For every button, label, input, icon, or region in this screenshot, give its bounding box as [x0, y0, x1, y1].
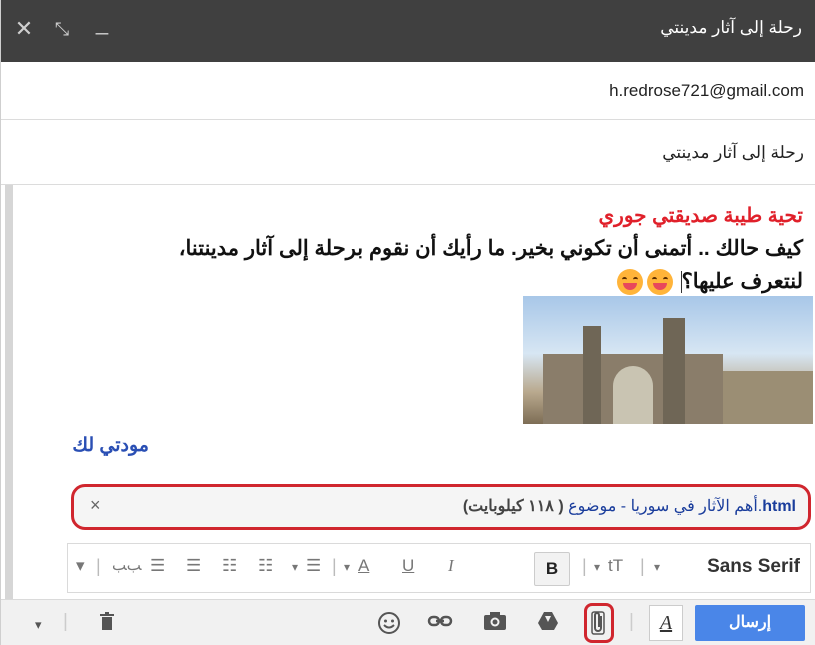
toolbar-divider: |: [332, 556, 337, 576]
close-icon[interactable]: ✕: [9, 14, 39, 44]
toolbar-divider: |: [63, 611, 68, 632]
more-formatting-icon[interactable]: ▾: [76, 556, 85, 576]
smile-emoji-icon: [616, 269, 643, 296]
rtl-direction-icon[interactable]: ﺐﺐ: [112, 556, 141, 574]
trash-icon[interactable]: [99, 611, 115, 637]
compose-bottom-bar: [1, 599, 815, 645]
insert-photo-icon[interactable]: [483, 611, 507, 637]
send-button[interactable]: إرسال: [695, 605, 805, 641]
to-field[interactable]: h.redrose721@gmail.com: [1, 62, 815, 120]
quote-bar: [5, 185, 13, 605]
formatting-toggle-button[interactable]: A: [649, 605, 683, 641]
bold-button[interactable]: B: [534, 552, 570, 586]
bulleted-list-icon[interactable]: ☷: [222, 556, 237, 576]
text-color-dropdown-icon[interactable]: ▾: [344, 560, 350, 574]
size-dropdown-icon[interactable]: ▾: [594, 560, 600, 574]
subject-field[interactable]: رحلة إلى آثار مدينتي: [1, 120, 815, 185]
underline-button[interactable]: U: [402, 556, 414, 576]
font-dropdown-icon[interactable]: ▾: [654, 560, 660, 574]
attachment-label[interactable]: html.أهم الآثار في سوريا - موضوع ( ١١٨ ك…: [463, 496, 796, 516]
message-line-2: لنتعرف عليها؟: [681, 270, 803, 293]
minimize-icon[interactable]: _: [87, 8, 117, 38]
text-color-button[interactable]: A: [358, 556, 369, 576]
message-line-1: كيف حالك .. أتمنى أن تكوني بخير. ما رأيك…: [178, 237, 803, 260]
toolbar-divider: |: [582, 556, 587, 576]
more-options-icon[interactable]: ▾: [35, 617, 42, 633]
signature-text: مودتي لك: [72, 435, 149, 456]
toolbar-divider: |: [96, 556, 101, 576]
text-size-icon[interactable]: tT: [608, 556, 623, 576]
ruin-pillar: [663, 318, 685, 424]
ruin-pillar: [583, 326, 601, 424]
attachment-chip[interactable]: × html.أهم الآثار في سوريا - موضوع ( ١١٨…: [71, 484, 811, 530]
smile-emoji-icon: [646, 269, 673, 296]
formatting-toolbar: ▾ | ﺐﺐ ☰ ☰ ☷ ☷ ▾ ☰ | ▾ A U I B | ▾ tT | …: [67, 543, 811, 593]
window-title: رحلة إلى آثار مدينتي: [660, 18, 802, 37]
message-line-2-wrap: لنتعرف عليها؟: [33, 265, 803, 298]
ruin-rubble: [723, 371, 813, 424]
align-dropdown-icon[interactable]: ▾: [292, 560, 298, 574]
link-icon[interactable]: [427, 611, 453, 637]
attachment-size: ( ١١٨ كيلوبايت): [462, 498, 564, 515]
font-family-select[interactable]: Sans Serif: [707, 556, 800, 578]
toolbar-divider: |: [629, 611, 634, 632]
indent-less-icon[interactable]: ☰: [186, 556, 201, 576]
subject-text[interactable]: رحلة إلى آثار مدينتي: [662, 143, 804, 163]
align-icon[interactable]: ☰: [306, 556, 321, 576]
expand-icon[interactable]: ⤡: [47, 14, 77, 44]
attachment-name: أهم الآثار في سوريا - موضوع: [568, 498, 758, 515]
compose-window: ✕ ⤡ _ رحلة إلى آثار مدينتي h.redrose721@…: [0, 0, 815, 645]
italic-button[interactable]: I: [448, 556, 454, 576]
message-body[interactable]: كيف حالك .. أتمنى أن تكوني بخير. ما رأيك…: [33, 232, 803, 298]
compose-titlebar: ✕ ⤡ _ رحلة إلى آثار مدينتي: [1, 0, 815, 62]
remove-attachment-icon[interactable]: ×: [90, 495, 101, 516]
attachment-extension: html: [762, 498, 796, 515]
indent-more-icon[interactable]: ☰: [150, 556, 165, 576]
drive-icon[interactable]: [537, 611, 559, 637]
emoji-icon[interactable]: [377, 611, 401, 641]
numbered-list-icon[interactable]: ☷: [258, 556, 273, 576]
greeting-text: تحية طيبة صديقتي جوري: [598, 205, 804, 227]
ruin-arch: [613, 366, 653, 424]
attach-highlight: [584, 603, 614, 643]
ruins-photo[interactable]: [523, 296, 813, 424]
recipient-email[interactable]: h.redrose721@gmail.com: [609, 81, 804, 101]
toolbar-divider: |: [640, 556, 645, 576]
